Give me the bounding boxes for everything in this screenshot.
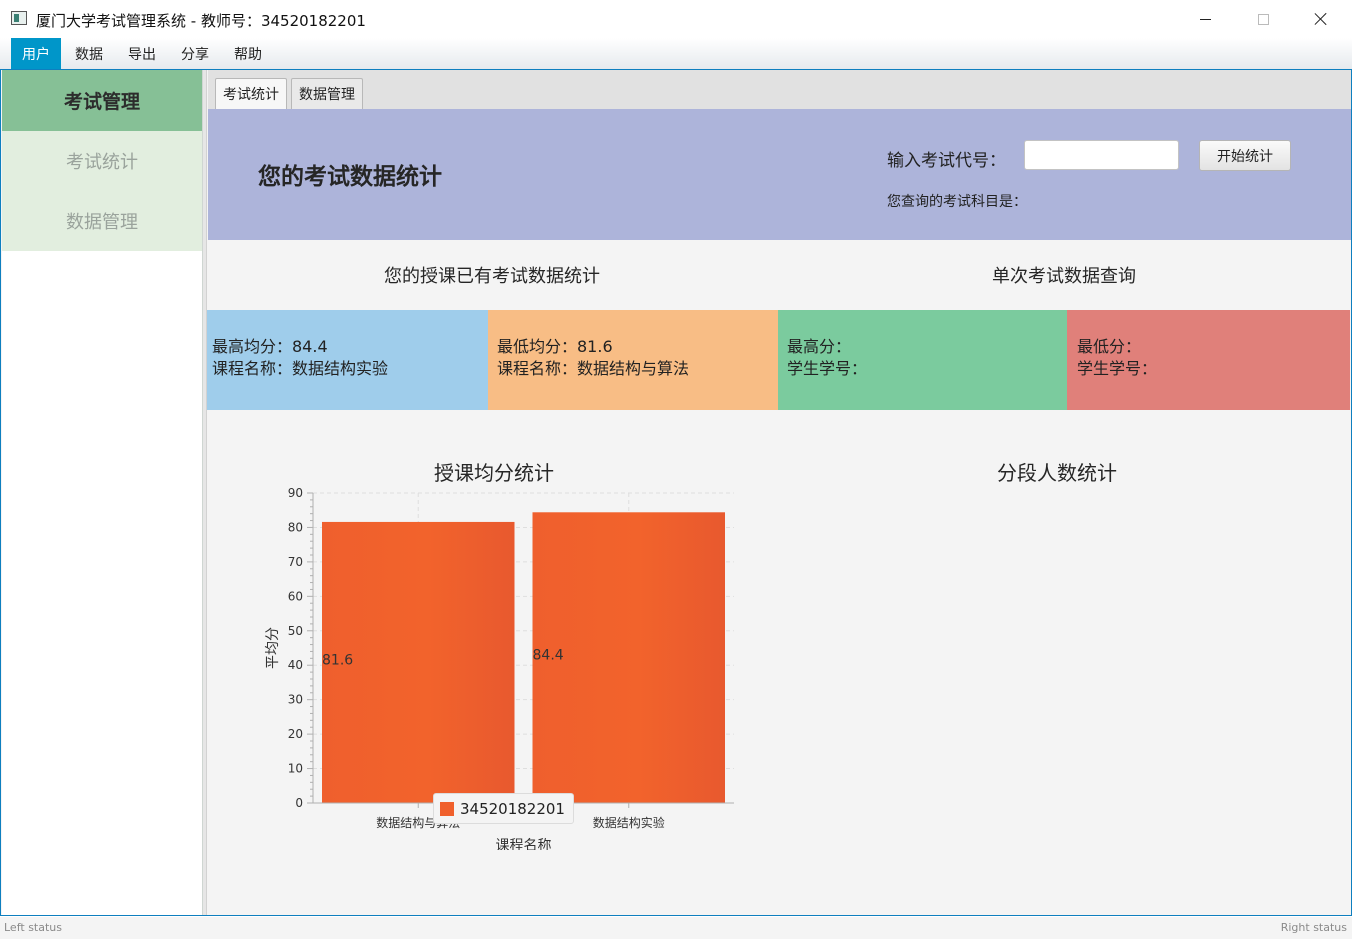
tab-data-management[interactable]: 数据管理 xyxy=(291,78,363,109)
y-tick-label: 0 xyxy=(295,796,303,810)
app-icon xyxy=(11,11,27,25)
tab-exam-stats[interactable]: 考试统计 xyxy=(215,78,287,109)
card-highest-average-score: 最高均分：84.4 xyxy=(212,337,328,356)
maximize-icon xyxy=(1257,13,1269,25)
close-button[interactable] xyxy=(1292,0,1350,38)
y-tick-label: 60 xyxy=(288,589,303,603)
menu-user[interactable]: 用户 xyxy=(11,38,61,69)
sidebar-item-exam-stats[interactable]: 考试统计 xyxy=(2,131,202,191)
chart-legend: 34520182201 xyxy=(433,793,574,824)
minimize-icon xyxy=(1199,18,1211,20)
legend-swatch xyxy=(440,801,454,816)
section-title-single-exam: 单次考试数据查询 xyxy=(992,266,1136,287)
card-highest-average: 最高均分：84.4 课程名称：数据结构实验 xyxy=(207,310,488,410)
menu-share[interactable]: 分享 xyxy=(170,38,220,69)
page-title: 您的考试数据统计 xyxy=(258,164,442,190)
sidebar-header[interactable]: 考试管理 xyxy=(2,70,202,131)
card-lowest-average-score: 最低均分：81.6 xyxy=(497,337,613,356)
card-lowest-average-course: 课程名称：数据结构与算法 xyxy=(497,359,690,378)
y-tick-label: 40 xyxy=(288,658,303,672)
start-stats-button[interactable]: 开始统计 xyxy=(1199,140,1291,171)
subject-label: 您查询的考试科目是： xyxy=(887,194,1027,210)
y-axis-label: 平均分 xyxy=(265,627,281,669)
status-bar: Left status Right status xyxy=(0,917,1352,939)
sidebar-item-data-management[interactable]: 数据管理 xyxy=(2,191,202,251)
x-tick-label: 数据结构实验 xyxy=(593,815,665,830)
tab-strip: 考试统计 数据管理 xyxy=(208,70,1351,109)
title-bar: 厦门大学考试管理系统 - 教师号：34520182201 xyxy=(0,0,1352,38)
chart-title-distribution: 分段人数统计 xyxy=(997,461,1117,485)
y-tick-label: 20 xyxy=(288,727,303,741)
maximize-button[interactable] xyxy=(1234,0,1292,38)
y-tick-label: 90 xyxy=(288,486,303,500)
bar-data-label-1: 81.6 xyxy=(322,652,353,668)
menu-bar: 用户 数据 导出 分享 帮助 xyxy=(0,38,1352,70)
y-tick-label: 30 xyxy=(288,693,303,707)
average-score-bar-chart: 81.6 84.40102030405060708090数据结构与算法 数据结构实验… xyxy=(265,486,734,850)
card-highest-average-course: 课程名称：数据结构实验 xyxy=(212,359,389,378)
status-left: Left status xyxy=(4,921,62,934)
y-tick-label: 10 xyxy=(288,762,303,776)
window-title: 厦门大学考试管理系统 - 教师号：34520182201 xyxy=(36,12,366,30)
card-highest-score-student: 学生学号： xyxy=(787,359,868,378)
status-right: Right status xyxy=(1280,921,1347,934)
exam-code-label: 输入考试代号： xyxy=(887,151,1006,171)
header-band: 您的考试数据统计 输入考试代号： 开始统计 您查询的考试科目是： xyxy=(208,109,1351,240)
card-lowest-score-student: 学生学号： xyxy=(1077,359,1158,378)
card-highest-score: 最高分： 学生学号： xyxy=(778,310,1067,410)
menu-help[interactable]: 帮助 xyxy=(223,38,273,69)
menu-data[interactable]: 数据 xyxy=(64,38,114,69)
sidebar: 考试管理 考试统计 数据管理 xyxy=(2,70,203,915)
legend-label: 34520182201 xyxy=(460,799,565,818)
section-title-course-stats: 您的授课已有考试数据统计 xyxy=(384,266,600,287)
app-window: 厦门大学考试管理系统 - 教师号：34520182201 用户 数据 导出 分享… xyxy=(0,0,1352,939)
card-lowest-score-value: 最低分： xyxy=(1077,337,1142,356)
exam-code-input[interactable] xyxy=(1024,140,1179,170)
y-tick-label: 50 xyxy=(288,624,303,638)
bar-data-label-2: 84.4 xyxy=(533,648,564,664)
x-axis-label: 课程名称 xyxy=(496,838,552,850)
y-tick-label: 80 xyxy=(288,520,303,534)
card-lowest-average: 最低均分：81.6 课程名称：数据结构与算法 xyxy=(488,310,778,410)
card-lowest-score: 最低分： 学生学号： xyxy=(1067,310,1350,410)
card-highest-score-value: 最高分： xyxy=(787,337,852,356)
minimize-button[interactable] xyxy=(1176,0,1234,38)
menu-export[interactable]: 导出 xyxy=(117,38,167,69)
y-tick-label: 70 xyxy=(288,555,303,569)
close-icon xyxy=(1314,12,1328,26)
